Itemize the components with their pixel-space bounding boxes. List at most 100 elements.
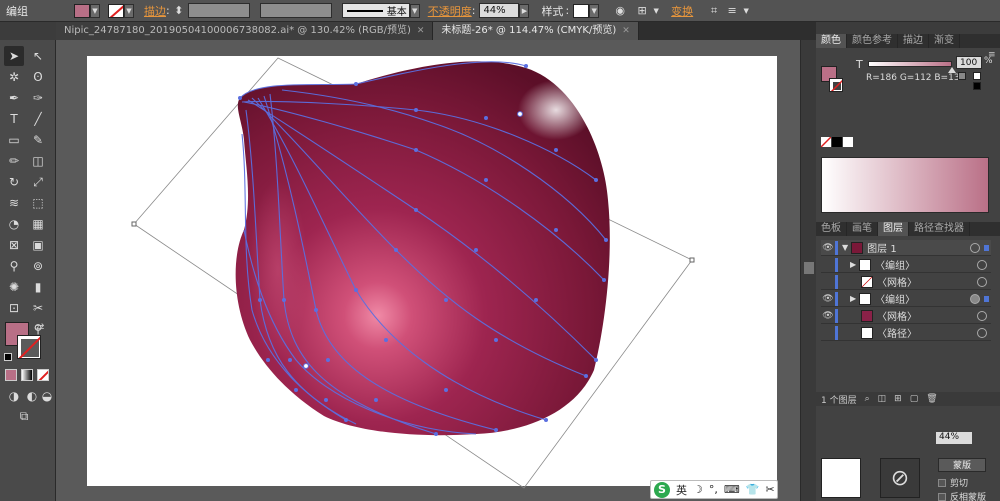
- graphic-style-swatch[interactable]: [573, 3, 590, 18]
- scale-tool-icon[interactable]: ⤢: [28, 172, 48, 192]
- slice-tool-icon[interactable]: ✂: [28, 298, 48, 318]
- black-quick-swatch[interactable]: [832, 137, 842, 147]
- transparency-opacity-input[interactable]: 44%: [936, 432, 972, 444]
- opacity-input[interactable]: 44%: [479, 3, 520, 18]
- variable-width-field[interactable]: [259, 3, 332, 18]
- perspective-grid-icon[interactable]: ▦: [28, 214, 48, 234]
- canvas-area[interactable]: [56, 40, 800, 501]
- eyedropper-icon[interactable]: ⚲: [4, 256, 24, 276]
- blend-tool-icon[interactable]: ⊚: [28, 256, 48, 276]
- free-transform-icon[interactable]: ⬚: [28, 193, 48, 213]
- isolate-group-icon[interactable]: ⌗: [705, 3, 723, 19]
- target-circle-icon[interactable]: [977, 327, 987, 338]
- tab-nipic-document[interactable]: Nipic_24787180_20190504100006738082.ai* …: [56, 22, 434, 40]
- target-circle-icon[interactable]: [977, 310, 987, 321]
- stroke-label[interactable]: 描边: [144, 3, 166, 19]
- gradient-mode-button[interactable]: [21, 369, 33, 381]
- none-mode-button[interactable]: [37, 369, 49, 381]
- type-tool-icon[interactable]: T: [4, 109, 24, 129]
- curvature-tool-icon[interactable]: ✑: [28, 88, 48, 108]
- invert-mask-checkbox[interactable]: [938, 493, 946, 501]
- bbox-handle[interactable]: [689, 257, 695, 263]
- onion-artwork[interactable]: [56, 40, 800, 501]
- lasso-icon[interactable]: ʘ: [28, 67, 48, 87]
- panel-menu-icon[interactable]: ≡: [723, 3, 741, 19]
- color-spectrum-bar[interactable]: [821, 157, 989, 213]
- eye-icon[interactable]: 👁: [821, 243, 835, 253]
- make-clipping-mask-icon[interactable]: ◫: [878, 394, 887, 404]
- target-circle-icon[interactable]: [970, 242, 980, 253]
- shape-builder-icon[interactable]: ◔: [4, 214, 24, 234]
- tab-color-guide[interactable]: 颜色参考: [847, 34, 898, 48]
- new-sublayer-icon[interactable]: ⊞: [894, 394, 902, 404]
- line-tool-icon[interactable]: ╱: [28, 109, 48, 129]
- gradient-tool-icon[interactable]: ▣: [28, 235, 48, 255]
- eye-icon[interactable]: 👁: [821, 294, 835, 304]
- target-circle-icon[interactable]: [970, 293, 980, 304]
- rotate-tool-icon[interactable]: ↻: [4, 172, 24, 192]
- layer-item-mesh-onion[interactable]: 👁 〈网格〉: [821, 308, 991, 324]
- direct-selection-tool-icon[interactable]: ↖: [28, 46, 48, 66]
- stroke-none-swatch[interactable]: [829, 78, 843, 92]
- fill-dropdown[interactable]: ▼: [90, 3, 100, 18]
- web-safe-swatch[interactable]: [958, 72, 966, 80]
- swap-fill-stroke-icon[interactable]: ⇄: [36, 322, 44, 333]
- eraser-icon[interactable]: ◫: [28, 151, 48, 171]
- layer-item-mesh[interactable]: 〈网格〉: [821, 274, 991, 290]
- half-width-icon[interactable]: ☽: [693, 483, 703, 496]
- scrollbar-thumb[interactable]: [804, 262, 814, 274]
- black-swatch[interactable]: [973, 82, 981, 90]
- artboard-tool-icon[interactable]: ⊡: [4, 298, 24, 318]
- tab-color[interactable]: 颜色: [816, 34, 847, 48]
- close-icon[interactable]: ✕: [622, 22, 630, 40]
- screen-mode-icon[interactable]: ⧉: [14, 406, 34, 426]
- sogou-logo-icon[interactable]: S: [654, 481, 670, 498]
- new-layer-icon[interactable]: ▢: [910, 394, 919, 404]
- opacity-stepper[interactable]: ▶: [519, 3, 530, 18]
- stroke-weight-field[interactable]: [187, 3, 250, 18]
- tint-input[interactable]: 100: [956, 56, 982, 69]
- tab-untitled-26[interactable]: 未标题-26* @ 114.47% (CMYK/预览) ✕: [433, 22, 639, 40]
- target-circle-icon[interactable]: [977, 276, 987, 287]
- color-mode-button[interactable]: [5, 369, 17, 381]
- vertical-scrollbar[interactable]: [800, 40, 816, 501]
- tab-layers[interactable]: 图层: [878, 222, 909, 236]
- delete-layer-icon[interactable]: 🗑: [926, 394, 937, 404]
- default-colors-icon[interactable]: [4, 353, 12, 361]
- white-swatch[interactable]: [973, 72, 981, 80]
- panel-menu-dropdown[interactable]: ▼: [741, 4, 751, 18]
- ime-language-toggle[interactable]: 英: [676, 482, 687, 498]
- layer-item-path[interactable]: 〈路径〉: [821, 325, 991, 341]
- align-dropdown[interactable]: ▼: [651, 4, 661, 18]
- tab-swatches[interactable]: 色板: [816, 222, 847, 236]
- graphic-style-dropdown[interactable]: ▼: [589, 3, 600, 18]
- tab-gradient[interactable]: 渐变: [929, 34, 960, 48]
- stroke-dropdown[interactable]: ▼: [124, 3, 134, 18]
- none-quick-swatch[interactable]: [821, 137, 831, 147]
- tab-pathfinder[interactable]: 路径查找器: [909, 222, 970, 236]
- locate-object-icon[interactable]: ⌕: [865, 394, 870, 404]
- stroke-color-swatch[interactable]: [17, 335, 41, 359]
- pen-tool-icon[interactable]: ✒: [4, 88, 24, 108]
- draw-inside-icon[interactable]: ◒: [40, 386, 54, 406]
- rectangle-tool-icon[interactable]: ▭: [4, 130, 24, 150]
- align-icon[interactable]: ⊞: [633, 3, 651, 19]
- paintbrush-icon[interactable]: ✎: [28, 130, 48, 150]
- tab-stroke[interactable]: 描边: [898, 34, 929, 48]
- make-mask-button[interactable]: 蒙版: [938, 458, 986, 472]
- column-graph-icon[interactable]: ▮: [28, 277, 48, 297]
- clip-checkbox[interactable]: [938, 479, 946, 487]
- mesh-tool-icon[interactable]: ⊠: [4, 235, 24, 255]
- magic-wand-icon[interactable]: ✲: [4, 67, 24, 87]
- brush-style-select[interactable]: 基本: [341, 3, 410, 18]
- close-icon[interactable]: ✕: [417, 22, 425, 40]
- fill-swatch[interactable]: [74, 3, 90, 18]
- keyboard-icon[interactable]: ⌨: [724, 483, 740, 496]
- toolbox-icon[interactable]: ✂: [765, 483, 774, 496]
- layer-row-layer1[interactable]: 👁 ▼ 图层 1: [821, 240, 991, 256]
- tint-slider[interactable]: [868, 61, 952, 67]
- transform-label[interactable]: 变换: [671, 3, 693, 19]
- width-tool-icon[interactable]: ≋: [4, 193, 24, 213]
- stroke-weight-stepper-icon[interactable]: ⬍: [170, 3, 188, 19]
- pencil-icon[interactable]: ✏: [4, 151, 24, 171]
